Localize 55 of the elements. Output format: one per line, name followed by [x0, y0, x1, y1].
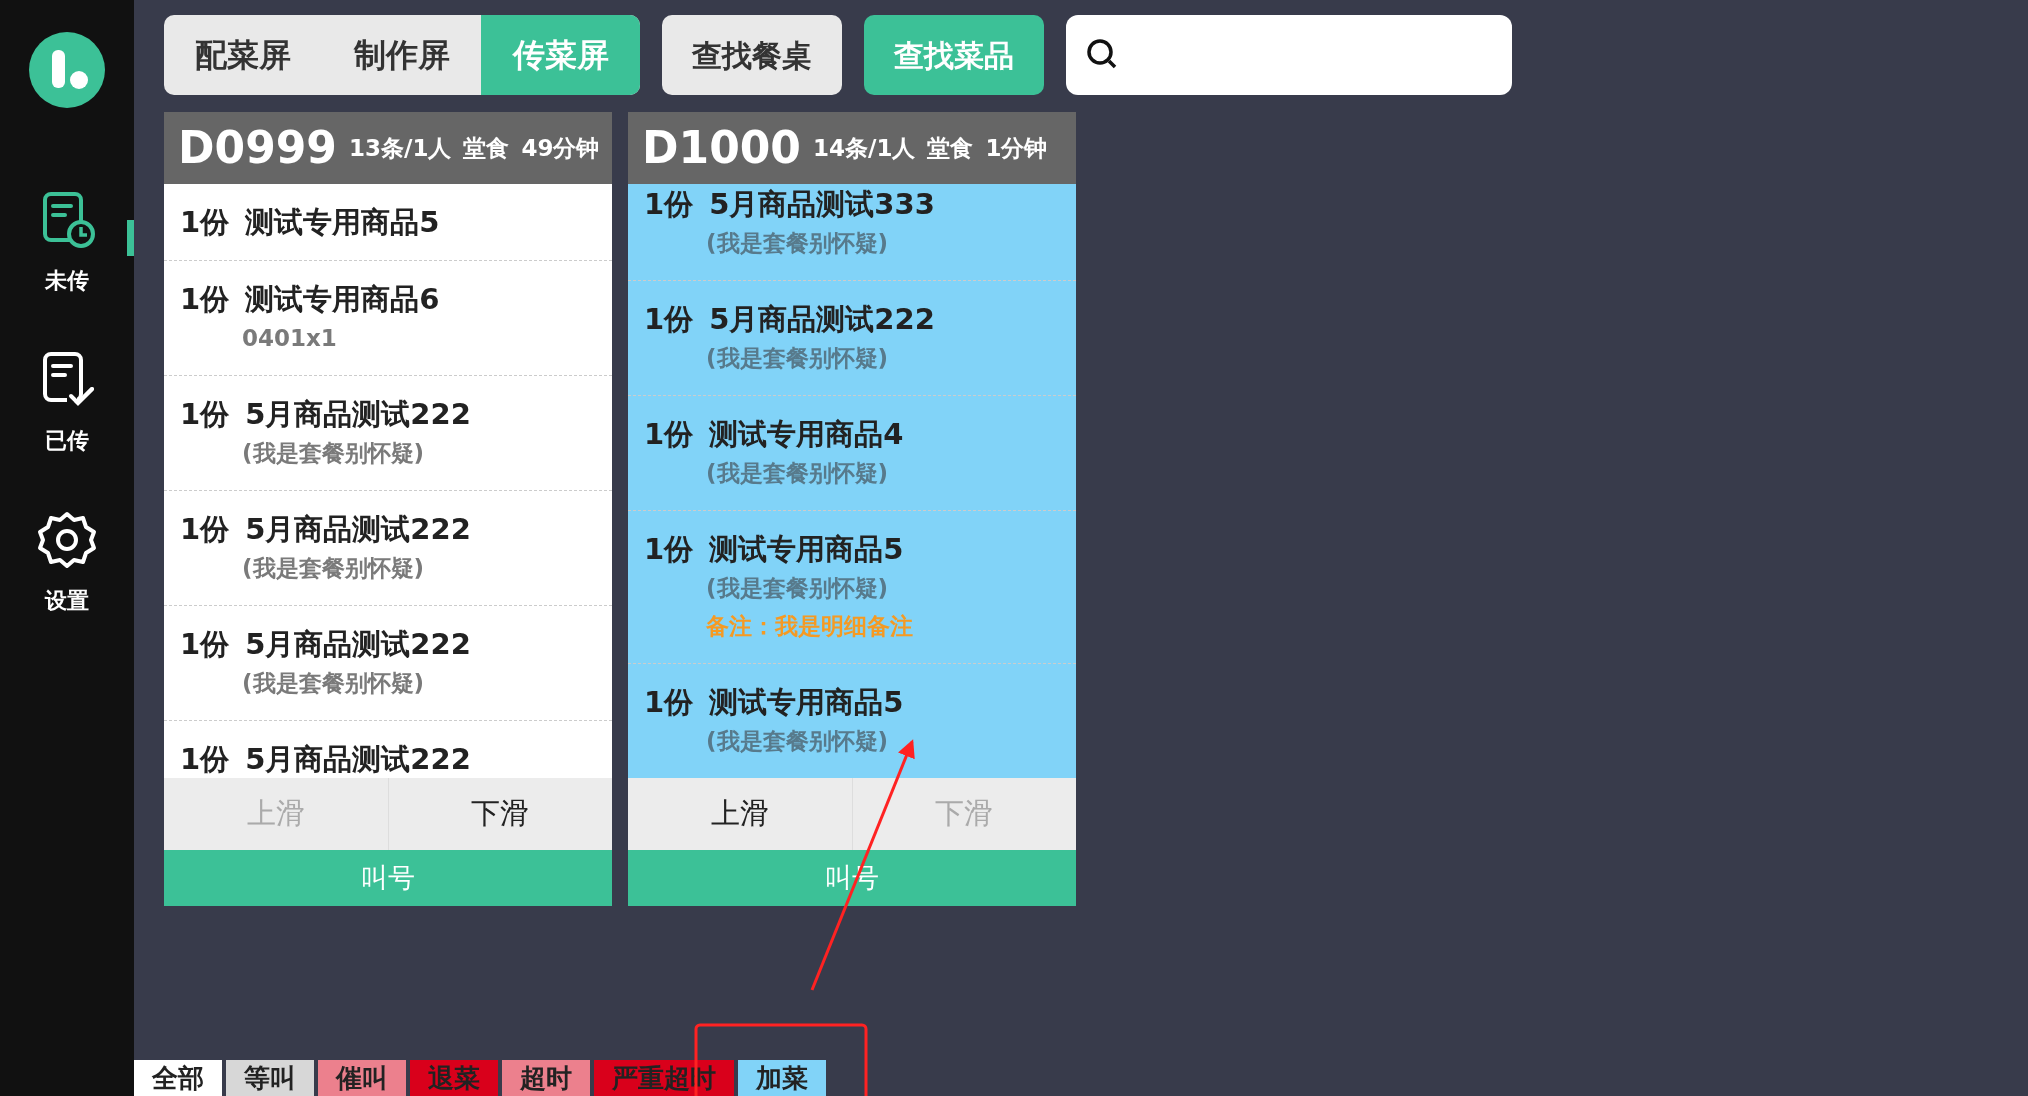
- filter-tab[interactable]: 催叫: [318, 1060, 406, 1096]
- find-button[interactable]: 查找餐桌: [662, 15, 842, 95]
- item-detail: (我是套餐别怀疑): [241, 669, 426, 698]
- item-quantity: 1份: [644, 684, 694, 721]
- item-name: 5月商品测试222: [245, 741, 471, 778]
- item-name: 5月商品测试333: [709, 186, 935, 223]
- item-name: 5月商品测试222: [245, 626, 471, 663]
- order-info: 堂食: [927, 133, 974, 163]
- order-info: 14条/1人: [813, 133, 916, 163]
- filter-tab[interactable]: 加菜: [738, 1060, 826, 1096]
- screen-tab[interactable]: 配菜屏: [164, 15, 323, 95]
- item-quantity: 1份: [180, 396, 230, 433]
- item-quantity: 1份: [180, 626, 230, 663]
- table-number: D0999: [178, 121, 337, 175]
- item-name: 5月商品测试222: [245, 511, 471, 548]
- item-detail: (我是套餐别怀疑): [705, 459, 890, 488]
- item-name: 测试专用商品4: [709, 416, 904, 453]
- item-name: 测试专用商品5: [245, 204, 440, 241]
- filter-tab[interactable]: 全部: [134, 1060, 222, 1096]
- order-info: 13条/1人: [349, 133, 452, 163]
- screen-tab[interactable]: 制作屏: [322, 15, 482, 95]
- item-detail: (我是套餐别怀疑): [705, 229, 890, 258]
- item-quantity: 1份: [180, 281, 230, 318]
- item-name: 测试专用商品5: [709, 531, 904, 568]
- item-detail: (我是套餐别怀疑): [705, 727, 890, 756]
- item-name: 5月商品测试222: [709, 301, 935, 338]
- item-quantity: 1份: [180, 741, 230, 778]
- filter-tab[interactable]: 超时: [502, 1060, 590, 1096]
- item-quantity: 1份: [180, 204, 230, 241]
- item-quantity: 1份: [644, 186, 694, 223]
- logo-icon: [29, 32, 105, 108]
- item-name: 测试专用商品5: [709, 684, 904, 721]
- filter-tab[interactable]: 等叫: [226, 1060, 314, 1096]
- settings-icon: [37, 510, 97, 570]
- item-note: 备注：我是明细备注: [705, 612, 914, 641]
- active-indicator: [127, 220, 134, 256]
- search-field[interactable]: [1066, 15, 1512, 95]
- item-quantity: 1份: [644, 531, 694, 568]
- sidebar-item[interactable]: 设置: [0, 510, 134, 670]
- sidebar-item[interactable]: 未传: [0, 190, 134, 350]
- item-quantity: 1份: [644, 301, 694, 338]
- item-quantity: 1份: [180, 511, 230, 548]
- item-name: 测试专用商品6: [245, 281, 440, 318]
- order-info: 49分钟: [521, 133, 600, 163]
- item-name: 5月商品测试222: [245, 396, 471, 433]
- item-detail: (我是套餐别怀疑): [705, 344, 890, 373]
- item-detail: 0401x1: [241, 324, 338, 353]
- item-detail: (我是套餐别怀疑): [241, 554, 426, 583]
- item-detail: (我是套餐别怀疑): [241, 439, 426, 468]
- order-info: 1分钟: [985, 133, 1048, 163]
- item-detail: (我是套餐别怀疑): [705, 574, 890, 603]
- item-quantity: 1份: [644, 416, 694, 453]
- sidebar-item[interactable]: 已传: [0, 350, 134, 510]
- table-number: D1000: [642, 121, 801, 175]
- order-info: 堂食: [463, 133, 510, 163]
